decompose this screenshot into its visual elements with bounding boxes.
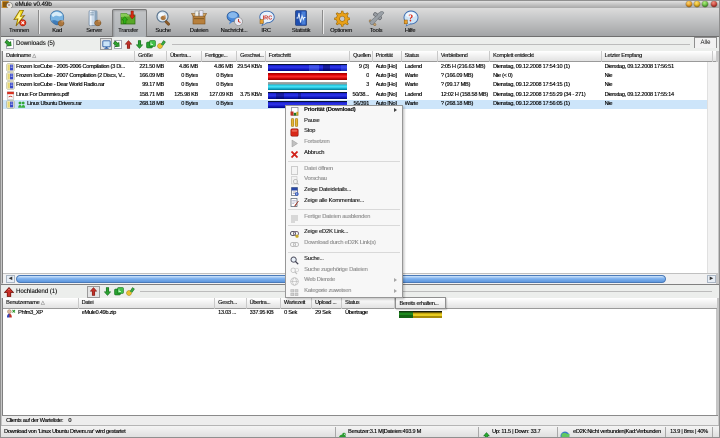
svg-text:?: ? bbox=[408, 14, 413, 25]
svg-text:IRC: IRC bbox=[263, 15, 273, 21]
